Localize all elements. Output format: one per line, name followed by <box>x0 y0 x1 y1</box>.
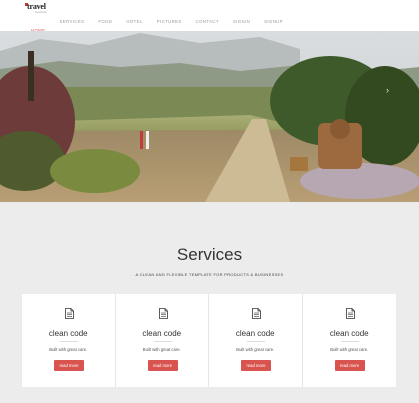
document-icon <box>158 308 168 319</box>
document-icon <box>65 308 74 319</box>
read-more-button[interactable]: read more <box>334 360 365 371</box>
card-title: clean code <box>142 329 182 338</box>
document-icon <box>252 308 261 319</box>
read-more-button[interactable]: read more <box>241 360 271 371</box>
site-header: travel tourism HOME SERVICES FOOD HOTEL … <box>0 0 419 41</box>
read-more-button[interactable]: read more <box>54 360 84 371</box>
hero-landscape-image <box>0 31 419 202</box>
service-card: clean code Built with great care. read m… <box>116 294 209 387</box>
card-text: Built with great care. <box>330 347 369 352</box>
service-card: clean code Built with great care. read m… <box>209 294 303 387</box>
document-icon <box>345 308 355 319</box>
card-text: Built with great care. <box>142 347 181 352</box>
card-text: Built with great care. <box>236 347 275 352</box>
hero-slider: › <box>0 31 419 202</box>
logo-subtext: tourism <box>35 10 47 14</box>
service-card: clean code Built with great care. read m… <box>303 294 397 387</box>
card-text: Built with great care. <box>49 347 88 352</box>
card-title: clean code <box>329 329 369 338</box>
hero-next-arrow-icon[interactable]: › <box>386 85 389 95</box>
service-cards: clean code Built with great care. read m… <box>22 294 396 387</box>
card-divider <box>340 341 359 342</box>
card-title: clean code <box>48 329 88 338</box>
card-divider <box>153 341 172 342</box>
site-logo[interactable]: travel tourism <box>25 3 57 15</box>
service-card: clean code Built with great care. read m… <box>22 294 116 387</box>
card-divider <box>60 341 78 342</box>
services-subtitle: A CLEAN AND FLEXIBLE TEMPLATE FOR PRODUC… <box>135 272 284 277</box>
card-title: clean code <box>235 329 275 338</box>
read-more-button[interactable]: read more <box>147 360 178 371</box>
services-title: Services <box>176 245 243 264</box>
services-section: Services A CLEAN AND FLEXIBLE TEMPLATE F… <box>0 202 419 403</box>
card-divider <box>247 341 265 342</box>
